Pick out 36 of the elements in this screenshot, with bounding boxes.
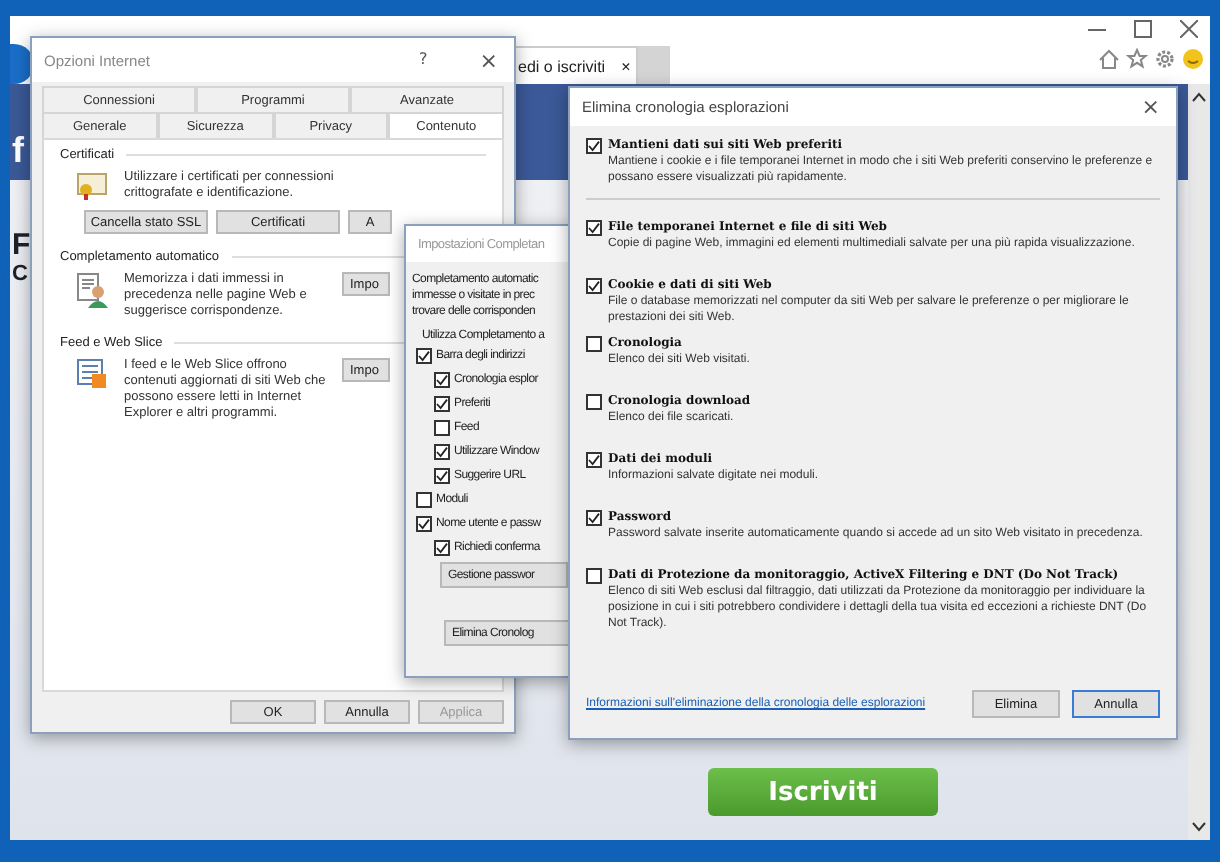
checkbox[interactable] <box>434 468 450 484</box>
checkbox[interactable] <box>416 492 432 508</box>
checkbox[interactable] <box>434 420 450 436</box>
checkbox[interactable] <box>434 444 450 460</box>
smiley-icon[interactable] <box>1182 48 1204 70</box>
feed-list-icon <box>76 358 108 390</box>
certificate-icon <box>76 170 108 202</box>
tab-title: edi o iscriviti <box>518 57 606 75</box>
scroll-up-icon[interactable] <box>1192 92 1206 102</box>
checkbox[interactable] <box>586 394 602 410</box>
home-icon[interactable] <box>1098 48 1120 70</box>
checkbox[interactable] <box>586 278 602 294</box>
checkbox[interactable] <box>586 510 602 526</box>
site-logo[interactable]: f <box>12 120 24 180</box>
page-heading: F <box>12 228 31 262</box>
close-icon[interactable] <box>1180 20 1198 38</box>
help-button[interactable]: ? <box>415 52 432 68</box>
checkbox[interactable] <box>586 452 602 468</box>
star-icon[interactable] <box>1126 48 1148 70</box>
checkbox[interactable] <box>434 540 450 556</box>
settings-icon[interactable] <box>1154 48 1176 70</box>
checkbox[interactable] <box>416 348 432 364</box>
scroll-down-icon[interactable] <box>1192 822 1206 832</box>
close-button[interactable]: × <box>1137 96 1164 118</box>
page-subheading: C <box>12 262 28 286</box>
tab-close[interactable]: × <box>621 57 631 75</box>
checkbox[interactable] <box>586 336 602 352</box>
close-button[interactable]: × <box>475 49 502 71</box>
checkbox[interactable] <box>586 220 602 236</box>
form-user-icon <box>76 272 108 308</box>
checkbox[interactable] <box>434 396 450 412</box>
checkbox[interactable] <box>586 138 602 154</box>
checkbox[interactable] <box>416 516 432 532</box>
maximize-icon[interactable] <box>1134 20 1152 38</box>
checkbox[interactable] <box>586 568 602 584</box>
checkbox[interactable] <box>434 372 450 388</box>
